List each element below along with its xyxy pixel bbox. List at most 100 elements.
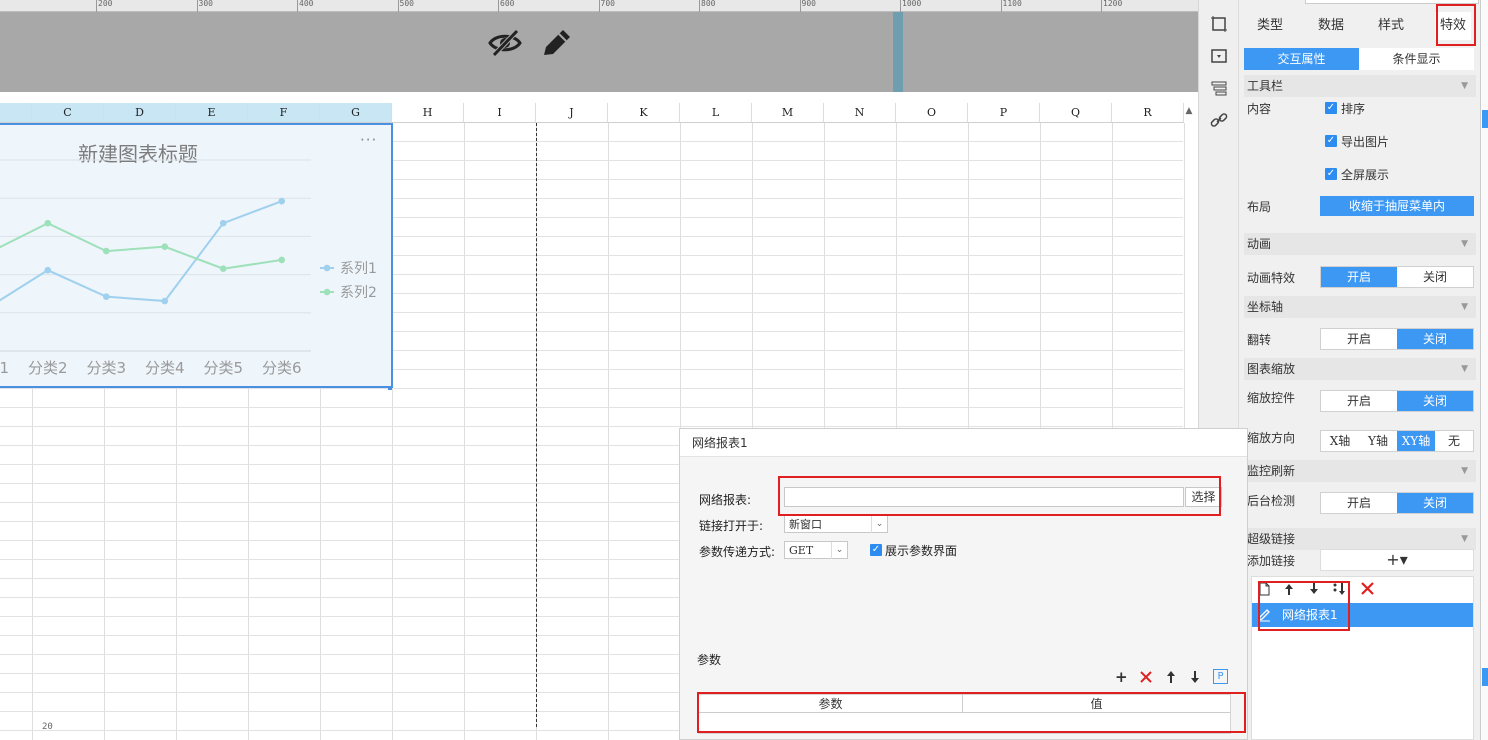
- column-header-b[interactable]: [0, 103, 32, 123]
- eye-slash-icon[interactable]: [487, 27, 523, 59]
- collapse-icon[interactable]: ▼: [1461, 233, 1468, 255]
- toggle-on[interactable]: 开启: [1321, 493, 1397, 513]
- column-header-n[interactable]: N: [824, 103, 896, 123]
- column-header-p[interactable]: P: [968, 103, 1040, 123]
- collapse-icon[interactable]: ▼: [1461, 460, 1468, 482]
- add-link-button[interactable]: +▾: [1320, 549, 1474, 571]
- show-params-checkbox[interactable]: ✓: [870, 544, 882, 556]
- arrow-down-icon[interactable]: [1188, 670, 1202, 684]
- direction-none[interactable]: 无: [1435, 431, 1473, 451]
- toggle-off[interactable]: 关闭: [1397, 391, 1473, 411]
- toggle-off[interactable]: 关闭: [1397, 267, 1473, 287]
- column-header-o[interactable]: O: [896, 103, 968, 123]
- ruler-tick: [1000, 0, 1002, 12]
- toggle-on[interactable]: 开启: [1321, 391, 1397, 411]
- dropdown-widget-icon[interactable]: [1209, 46, 1229, 66]
- checkbox-sort[interactable]: ✓: [1325, 102, 1337, 114]
- method-select[interactable]: GET ⌄: [784, 541, 848, 559]
- section-title: 工具栏: [1247, 79, 1284, 93]
- column-header-c[interactable]: C: [32, 103, 104, 123]
- section-animation[interactable]: 动画 ▼: [1244, 233, 1476, 255]
- sort-icon[interactable]: [1332, 582, 1346, 596]
- toggle-off[interactable]: 关闭: [1397, 493, 1473, 513]
- chart-widget[interactable]: 新建图表标题 ··· 分类1分类2分类3分类4分类5分类6系列1系列2: [0, 123, 393, 390]
- column-header-k[interactable]: K: [608, 103, 680, 123]
- monitor-toggle[interactable]: 开启 关闭: [1320, 492, 1474, 514]
- collapse-icon[interactable]: ▼: [1461, 75, 1468, 97]
- col-param: 参数: [699, 695, 963, 713]
- checkbox-export[interactable]: ✓: [1325, 135, 1337, 147]
- tab-type[interactable]: 类型: [1239, 12, 1301, 40]
- edge-tab[interactable]: [1482, 110, 1488, 128]
- section-hyperlink[interactable]: 超级链接 ▼: [1244, 528, 1476, 550]
- arrow-up-icon[interactable]: [1282, 582, 1296, 596]
- frame-icon[interactable]: [1209, 14, 1229, 34]
- toggle-on[interactable]: 开启: [1321, 267, 1397, 287]
- column-header-f[interactable]: F: [248, 103, 320, 123]
- direction-y[interactable]: Y轴: [1359, 431, 1397, 451]
- delete-icon[interactable]: [1139, 670, 1153, 684]
- delete-icon[interactable]: [1360, 581, 1375, 596]
- tab-effects[interactable]: 特效: [1435, 12, 1471, 40]
- layers-icon[interactable]: [1209, 78, 1229, 98]
- column-header-h[interactable]: H: [392, 103, 464, 123]
- add-icon[interactable]: +: [1115, 669, 1128, 685]
- column-header-j[interactable]: J: [536, 103, 608, 123]
- link-item[interactable]: 网络报表1: [1252, 603, 1473, 627]
- section-toolbar[interactable]: 工具栏 ▼: [1244, 75, 1476, 97]
- chevron-down-icon[interactable]: ⌄: [871, 516, 887, 533]
- tab-style[interactable]: 样式: [1361, 12, 1421, 40]
- subtab-condition[interactable]: 条件显示: [1359, 48, 1474, 70]
- chevron-down-icon[interactable]: ⌄: [831, 542, 847, 559]
- toggle-off[interactable]: 关闭: [1397, 329, 1473, 349]
- canvas-splitter[interactable]: [893, 12, 903, 92]
- param-p-icon[interactable]: P: [1213, 669, 1228, 684]
- option-sort: 排序: [1341, 102, 1366, 116]
- direction-x[interactable]: X轴: [1321, 431, 1359, 451]
- direction-xy[interactable]: XY轴: [1397, 431, 1435, 451]
- tab-data[interactable]: 数据: [1301, 12, 1361, 40]
- layout-select[interactable]: 收缩于抽屉菜单内: [1320, 196, 1474, 216]
- collapse-icon[interactable]: ▼: [1461, 296, 1468, 318]
- section-axis[interactable]: 坐标轴 ▼: [1244, 296, 1476, 318]
- method-label: 参数传递方式:: [699, 545, 776, 559]
- column-header-g[interactable]: G: [320, 103, 392, 123]
- column-header-d[interactable]: D: [104, 103, 176, 123]
- select-button[interactable]: 选择: [1185, 487, 1222, 507]
- toggle-on[interactable]: 开启: [1321, 329, 1397, 349]
- pencil-icon[interactable]: [539, 27, 573, 59]
- ruler-tick: [1101, 0, 1102, 12]
- collapse-icon[interactable]: ▼: [1461, 528, 1468, 550]
- column-header-r[interactable]: R: [1112, 103, 1184, 123]
- checkbox-fullscreen[interactable]: ✓: [1325, 168, 1337, 180]
- column-header-l[interactable]: L: [680, 103, 752, 123]
- collapse-icon[interactable]: ▼: [1461, 358, 1468, 380]
- animation-label: 动画特效: [1247, 271, 1296, 285]
- column-header-i[interactable]: I: [464, 103, 536, 123]
- arrow-up-icon[interactable]: [1164, 670, 1178, 684]
- flip-toggle[interactable]: 开启 关闭: [1320, 328, 1474, 350]
- new-file-icon[interactable]: [1257, 582, 1271, 596]
- ruler-tick: [699, 0, 700, 12]
- column-header-q[interactable]: Q: [1040, 103, 1112, 123]
- subtab-interaction[interactable]: 交互属性: [1244, 48, 1359, 70]
- open-in-select[interactable]: 新窗口 ⌄: [784, 515, 888, 533]
- section-zoom[interactable]: 图表缩放 ▼: [1244, 358, 1476, 380]
- zoom-toggle[interactable]: 开启 关闭: [1320, 390, 1474, 412]
- section-monitor[interactable]: 监控刷新 ▼: [1244, 460, 1476, 482]
- column-header-m[interactable]: M: [752, 103, 824, 123]
- zoom-direction-toggle[interactable]: X轴 Y轴 XY轴 无: [1320, 430, 1474, 452]
- edit-icon[interactable]: [1257, 608, 1271, 622]
- x-tick-label: 分类2: [28, 359, 68, 377]
- scroll-up-arrow[interactable]: ▲: [1183, 105, 1195, 117]
- arrow-down-icon[interactable]: [1307, 582, 1321, 596]
- report-input[interactable]: [784, 487, 1184, 507]
- column-header-e[interactable]: E: [176, 103, 248, 123]
- monitor-label: 后台检测: [1247, 494, 1296, 508]
- chart-plot: 分类1 分类2 分类3 分类4 分类5 分类6 系列1 系列2: [0, 159, 377, 377]
- design-canvas[interactable]: [0, 12, 1198, 92]
- animation-toggle[interactable]: 开启 关闭: [1320, 266, 1474, 288]
- resize-handle[interactable]: [388, 386, 392, 390]
- edge-tab[interactable]: [1482, 668, 1488, 686]
- link-icon[interactable]: [1209, 110, 1229, 130]
